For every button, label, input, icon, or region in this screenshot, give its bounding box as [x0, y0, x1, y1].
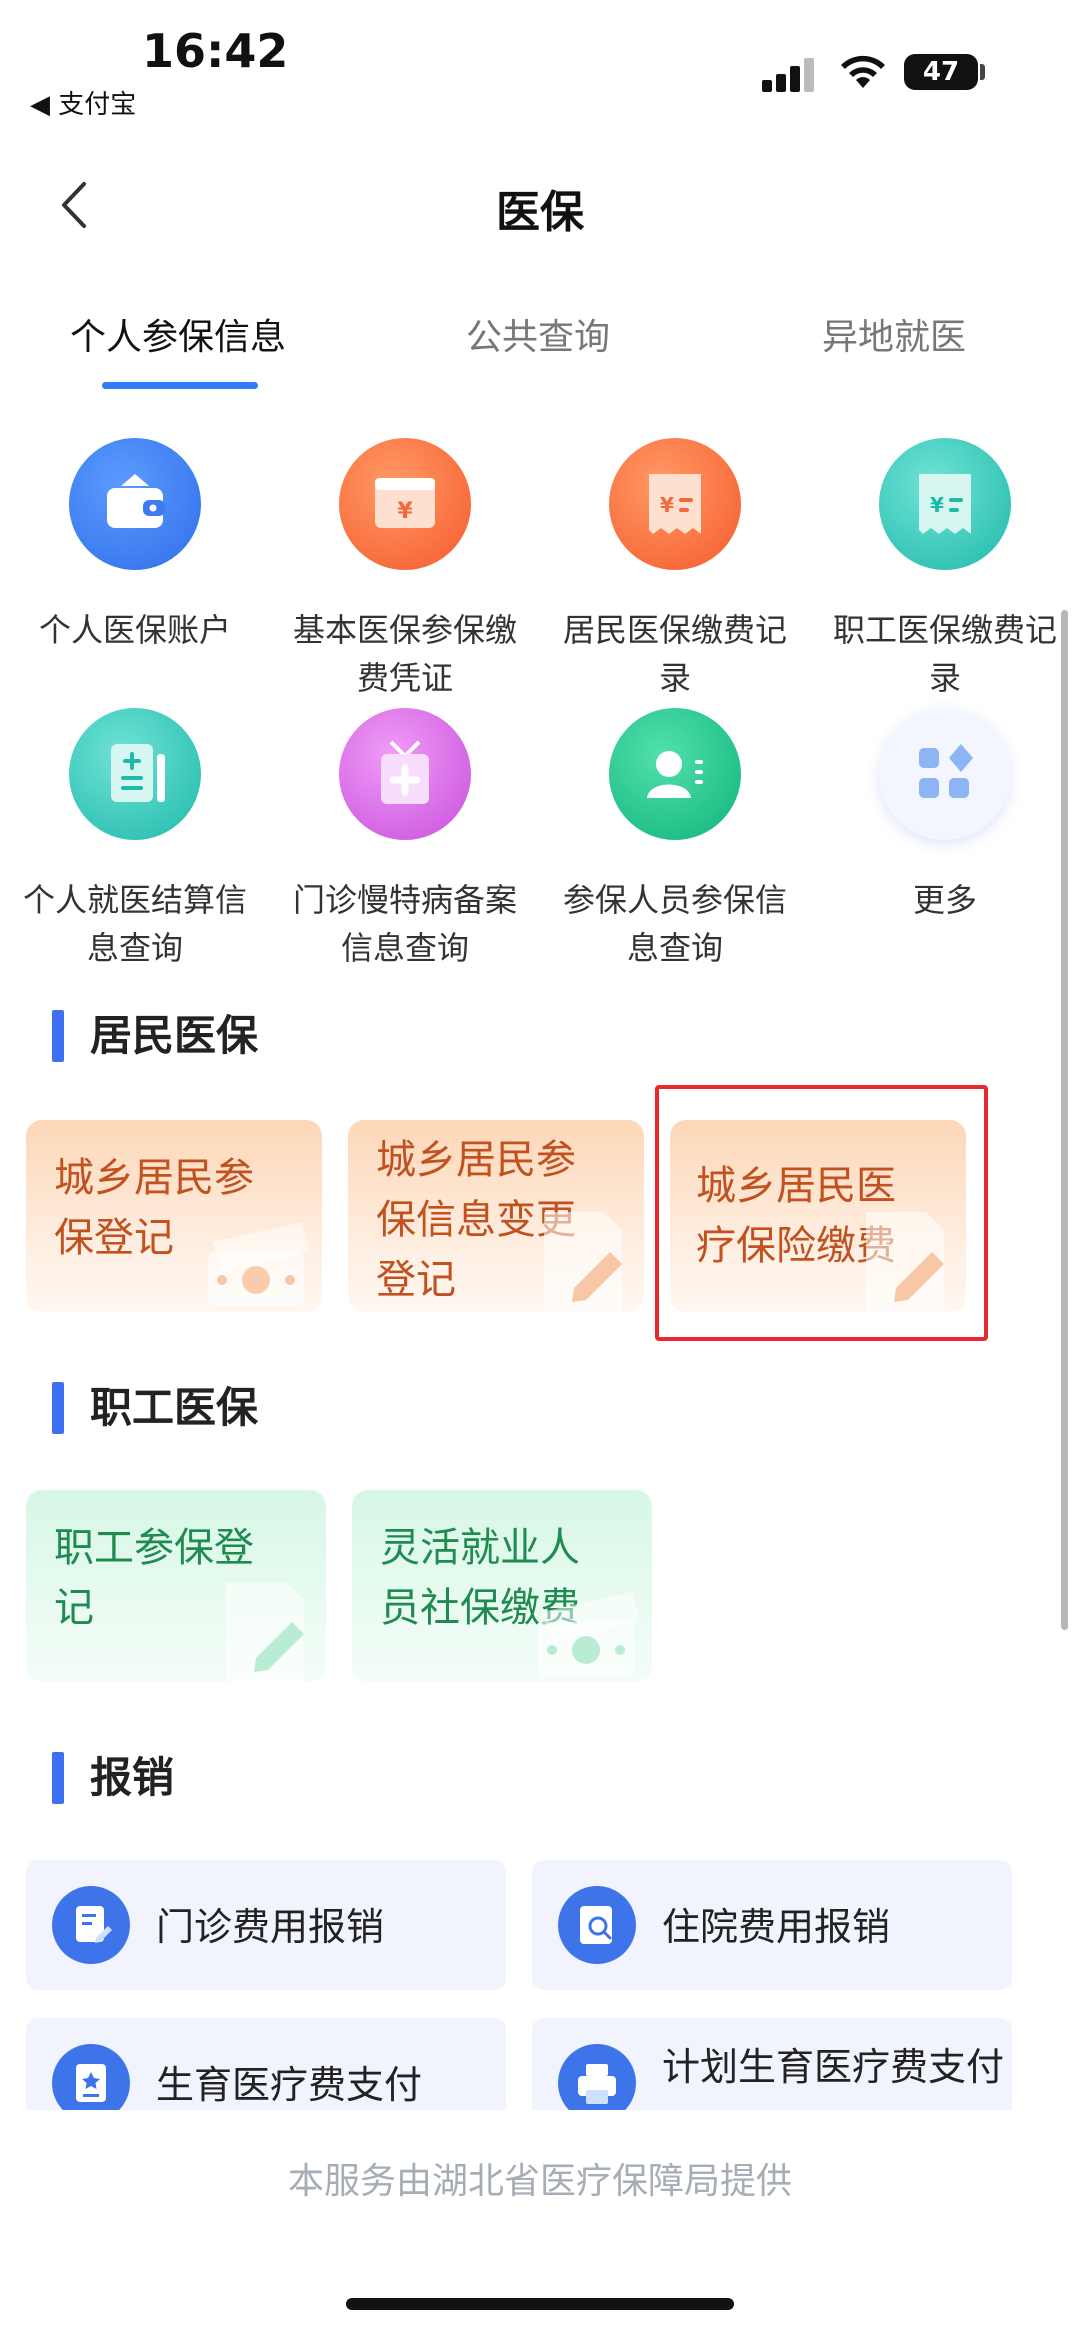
- service-insured-info-query[interactable]: 参保人员参保信息查询: [540, 708, 810, 968]
- section-title: 报销: [90, 1753, 175, 1802]
- flexible-employment-payment-card[interactable]: 灵活就业人员社保缴费: [352, 1490, 652, 1682]
- cash-icon: [538, 1592, 640, 1676]
- cash-icon: [208, 1222, 310, 1306]
- section-reimbursement: 报销: [52, 1744, 652, 1804]
- section-bar: [52, 1010, 64, 1062]
- bill-yuan-icon: ¥: [609, 438, 741, 570]
- highlight-box: [655, 1085, 988, 1341]
- signal-icon: [762, 56, 820, 92]
- section-title: 居民医保: [90, 1011, 259, 1060]
- service-label: 门诊慢特病备案信息查询: [292, 881, 517, 967]
- inpatient-reimbursement-item[interactable]: 住院费用报销: [532, 1860, 1012, 1990]
- service-resident-payment-record[interactable]: ¥ 居民医保缴费记录: [540, 438, 810, 698]
- resident-registration-card[interactable]: 城乡居民参保登记: [26, 1120, 322, 1312]
- edit-note-icon: [52, 1886, 130, 1964]
- wifi-icon: [841, 55, 885, 88]
- page-title: 医保: [496, 187, 584, 238]
- item-label: 生育医疗费支付: [156, 2063, 423, 2107]
- service-settlement-query[interactable]: 个人就医结算信息查询: [0, 708, 270, 968]
- medical-card-icon: [339, 708, 471, 840]
- tab-indicator: [102, 382, 258, 389]
- home-indicator[interactable]: [346, 2298, 734, 2310]
- section-resident-insurance: 居民医保: [52, 1002, 652, 1062]
- service-label: 居民医保缴费记录: [562, 611, 787, 697]
- section-title: 职工医保: [90, 1383, 259, 1432]
- svg-text:¥: ¥: [397, 499, 413, 524]
- footer-provider-text: 本服务由湖北省医疗保障局提供: [287, 2161, 792, 2202]
- battery-level: 47: [922, 57, 960, 87]
- service-label: 基本医保参保缴费凭证: [292, 611, 517, 697]
- svg-text:¥: ¥: [930, 493, 944, 517]
- tab-personal-info[interactable]: 个人参保信息: [70, 308, 286, 360]
- item-label: 门诊费用报销: [156, 1905, 385, 1949]
- battery-icon: 47: [904, 54, 978, 90]
- page: 16:42 ◀ 支付宝 47 医保 个人参保信息 公共查询 异地就医 个人医保账…: [0, 0, 1080, 2341]
- section-bar: [52, 1382, 64, 1434]
- service-payment-voucher[interactable]: ¥ 基本医保参保缴费凭证: [270, 438, 540, 698]
- service-label: 个人医保账户: [38, 611, 231, 649]
- svg-text:¥: ¥: [660, 493, 674, 517]
- service-label: 参保人员参保信息查询: [562, 881, 787, 967]
- edit-doc-icon: [544, 1212, 622, 1312]
- service-label: 职工医保缴费记录: [832, 611, 1057, 697]
- wallet-icon: [69, 438, 201, 570]
- battery-cap: [980, 64, 985, 80]
- receipt-yuan-icon: ¥: [339, 438, 471, 570]
- outpatient-reimbursement-item[interactable]: 门诊费用报销: [26, 1860, 506, 1990]
- nav-bar: 医保: [0, 160, 1080, 250]
- employee-registration-card[interactable]: 职工参保登记: [26, 1490, 326, 1682]
- service-employee-payment-record[interactable]: ¥ 职工医保缴费记录: [810, 438, 1080, 698]
- edit-doc-icon: [226, 1582, 304, 1682]
- service-personal-account[interactable]: 个人医保账户: [0, 438, 270, 698]
- scrollbar[interactable]: [1061, 610, 1068, 1630]
- status-time: 16:42: [142, 24, 289, 78]
- tab-public-query[interactable]: 公共查询: [466, 308, 610, 360]
- back-to-app-link[interactable]: ◀ 支付宝: [30, 84, 136, 121]
- medical-record-icon: [69, 708, 201, 840]
- status-bar: 16:42 ◀ 支付宝 47: [0, 0, 1080, 120]
- section-bar: [52, 1752, 64, 1804]
- service-label: 更多: [912, 881, 977, 919]
- service-more[interactable]: 更多: [810, 708, 1080, 968]
- service-chronic-disease-query[interactable]: 门诊慢特病备案信息查询: [270, 708, 540, 968]
- section-employee-insurance: 职工医保: [52, 1374, 652, 1434]
- search-doc-icon: [558, 1886, 636, 1964]
- service-label: 个人就医结算信息查询: [22, 881, 247, 967]
- bill-yuan-icon: ¥: [879, 438, 1011, 570]
- item-label: 计划生育医疗费支付: [662, 2045, 1005, 2089]
- more-grid-icon: [879, 708, 1011, 840]
- tab-bar: 个人参保信息 公共查询 异地就医: [0, 300, 1080, 400]
- resident-info-change-card[interactable]: 城乡居民参保信息变更登记: [348, 1120, 644, 1312]
- item-label: 住院费用报销: [662, 1905, 891, 1949]
- person-card-icon: [609, 708, 741, 840]
- tab-remote-medical[interactable]: 异地就医: [822, 308, 966, 360]
